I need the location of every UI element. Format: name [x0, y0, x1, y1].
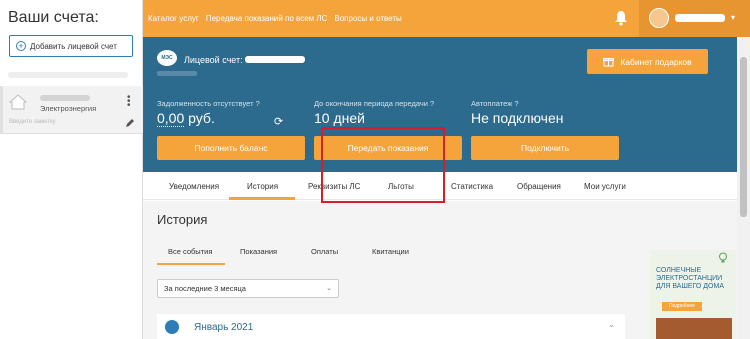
house-icon	[9, 94, 27, 110]
nav-link-faq[interactable]: Вопросы и ответы	[334, 14, 401, 23]
subtab-all-events[interactable]: Все события	[168, 247, 212, 256]
page-scrollbar[interactable]	[737, 37, 750, 339]
tab-notifications[interactable]: Уведомления	[169, 182, 219, 191]
solar-ad-banner[interactable]: СОЛНЕЧНЫЕ ЭЛЕКТРОСТАНЦИИ ДЛЯ ВАШЕГО ДОМА…	[650, 250, 736, 339]
chevron-down-icon: ⌄	[326, 285, 332, 292]
period-select-value: За последние 3 месяца	[164, 284, 246, 293]
account-number-blurred	[40, 95, 90, 101]
accounts-sidebar: Ваши счета: + Добавить лицевой счет Элек…	[0, 0, 143, 339]
plus-icon: +	[16, 41, 26, 51]
user-name-blurred	[675, 14, 725, 22]
address-blurred	[157, 71, 197, 76]
chevron-down-icon[interactable]: ⌄	[608, 320, 615, 329]
blurred-text	[8, 72, 128, 78]
period-select[interactable]: За последние 3 месяца ⌄	[157, 279, 339, 298]
subtab-readings[interactable]: Показания	[240, 247, 277, 256]
gift-icon	[603, 58, 615, 67]
debt-value: 0,00 руб.	[157, 110, 215, 127]
history-filters: Все события Показания Оплаты Квитанции	[157, 237, 637, 265]
subtab-payments[interactable]: Оплаты	[311, 247, 338, 256]
ad-more-button[interactable]: Подробнее	[662, 302, 702, 311]
bell-icon[interactable]	[614, 10, 628, 26]
autopay-value: Не подключен	[471, 110, 564, 126]
month-label: Январь 2021	[194, 322, 254, 333]
nav-link-catalog[interactable]: Каталог услуг	[148, 14, 199, 23]
active-tab-indicator	[229, 197, 295, 200]
chevron-down-icon: ▾	[731, 13, 736, 22]
tab-my-services[interactable]: Мои услуги	[584, 182, 626, 191]
help-icon: ?	[514, 99, 519, 108]
ad-text: СОЛНЕЧНЫЕ ЭЛЕКТРОСТАНЦИИ ДЛЯ ВАШЕГО ДОМА	[656, 267, 724, 290]
avatar	[649, 8, 669, 28]
highlight-annotation	[321, 127, 445, 203]
active-subtab-indicator	[157, 263, 225, 265]
period-value: 10 дней	[314, 110, 365, 126]
gift-cabinet-label: Кабинет подарков	[620, 56, 692, 67]
pay-balance-button[interactable]: Пополнить баланс	[157, 136, 305, 160]
page-title: История	[157, 212, 208, 227]
subtab-receipts[interactable]: Квитанции	[372, 247, 409, 256]
more-menu-icon[interactable]: • • •	[127, 93, 131, 111]
refresh-icon[interactable]: ⟳	[274, 115, 283, 128]
calendar-icon	[165, 320, 179, 334]
tab-statistics[interactable]: Статистика	[451, 182, 493, 191]
top-navigation: Каталог услуг Передача показаний по всем…	[143, 0, 750, 37]
solar-panel-image	[656, 318, 732, 339]
account-provider: Электроэнергия	[40, 104, 97, 113]
pencil-icon[interactable]	[124, 117, 136, 129]
scrollbar-thumb[interactable]	[740, 57, 747, 217]
provider-logo: МЭС	[157, 50, 177, 66]
sidebar-title: Ваши счета:	[8, 9, 99, 26]
add-account-button[interactable]: + Добавить лицевой счет	[9, 35, 133, 57]
tab-appeals[interactable]: Обращения	[517, 182, 561, 191]
debt-label: Задолженность отсутствует ?	[157, 99, 260, 108]
account-number-label: Лицевой счет:	[184, 55, 243, 65]
account-note-hint[interactable]: Введите заметку	[9, 119, 56, 125]
nav-link-submit-all[interactable]: Передача показаний по всем ЛС	[206, 14, 328, 23]
help-icon: ?	[255, 99, 260, 108]
tab-history[interactable]: История	[247, 182, 278, 191]
account-number-blurred	[245, 56, 305, 63]
account-card[interactable]: Электроэнергия Введите заметку • • •	[0, 86, 143, 134]
gift-cabinet-button[interactable]: Кабинет подарков	[587, 49, 708, 74]
month-group-header[interactable]: Январь 2021 ⌄	[157, 314, 625, 339]
autopay-label: Автоплатеж ?	[471, 99, 519, 108]
help-icon: ?	[430, 99, 435, 108]
history-section: История Все события Показания Оплаты Кви…	[143, 201, 737, 339]
connect-autopay-button[interactable]: Подключить	[471, 136, 619, 160]
period-label: До окончания периода передачи ?	[314, 99, 435, 108]
add-account-label: Добавить лицевой счет	[30, 41, 117, 51]
lightbulb-icon	[719, 252, 727, 263]
user-menu[interactable]: ▾	[639, 0, 750, 37]
